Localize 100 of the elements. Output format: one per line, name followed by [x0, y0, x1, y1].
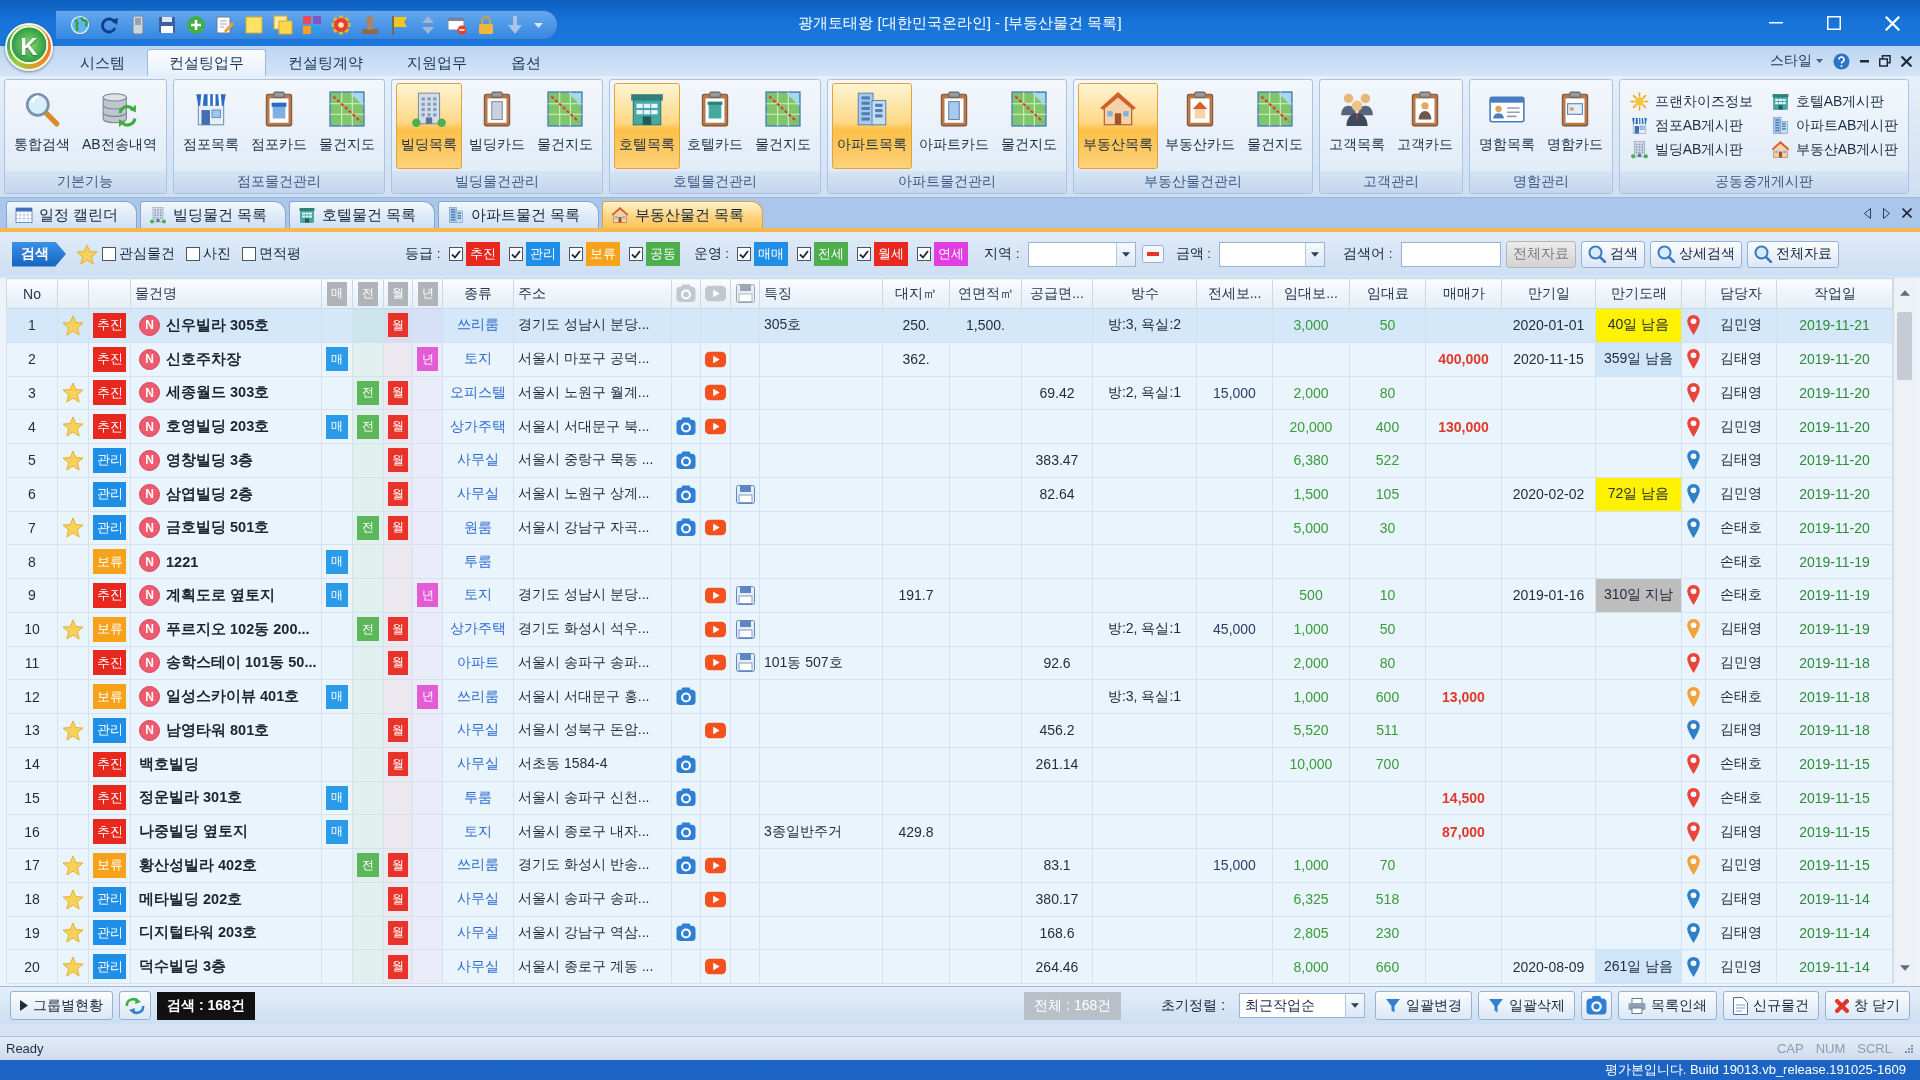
save-icon[interactable]: [735, 585, 755, 605]
notes-icon[interactable]: [273, 15, 293, 35]
table-row[interactable]: 14 추진 백호빌딩 월 사무실 서초동 1584-4 261.14 10,000 700 손태호 2019-11-15: [6, 747, 1893, 781]
save-icon[interactable]: [735, 653, 755, 673]
filter-button[interactable]: 상세검색: [1649, 240, 1742, 268]
ribbon-button[interactable]: AB전송내역: [77, 83, 162, 169]
scrollbar[interactable]: [1893, 278, 1915, 983]
camera-icon[interactable]: [676, 687, 696, 707]
table-row[interactable]: 9 추진 N 계획도로 옆토지 매 년 토지 경기도 성남시 분당... 191.7 500 10 2019-01-16 310일 지남 손태호 2019-11-19: [6, 578, 1893, 613]
star-icon[interactable]: [62, 618, 84, 640]
column-header[interactable]: 전세보...: [1196, 278, 1273, 309]
star-icon[interactable]: [62, 922, 84, 944]
caret-left-icon[interactable]: [1864, 207, 1871, 219]
save-icon[interactable]: [735, 484, 755, 504]
ribbon-button[interactable]: 물건지도: [313, 83, 380, 169]
checkbox-label[interactable]: 면적평: [259, 245, 301, 263]
video-icon[interactable]: [705, 350, 726, 368]
document-tab[interactable]: 호텔물건 목록: [289, 201, 436, 228]
column-header[interactable]: 종류: [442, 278, 514, 309]
close-icon[interactable]: [1901, 55, 1912, 67]
column-header[interactable]: 주소: [513, 278, 672, 309]
camera-icon[interactable]: [676, 754, 696, 774]
ribbon-button[interactable]: 아파트카드: [913, 83, 994, 169]
filter-tag[interactable]: 연세: [934, 242, 969, 266]
minus-icon[interactable]: [1141, 245, 1164, 263]
camera-icon[interactable]: [676, 788, 696, 808]
save-icon[interactable]: [735, 619, 755, 639]
ribbon-button[interactable]: 호텔카드: [681, 83, 748, 169]
style-menu[interactable]: 스타일: [1770, 52, 1823, 70]
video-icon[interactable]: [705, 519, 726, 537]
table-row[interactable]: 16 추진 나중빌딩 옆토지 매 토지 서울시 종로구 내자... 3종일반주거 429.8 87,000 김태영 2019-11-15: [6, 814, 1893, 849]
board-link[interactable]: 점포AB게시판: [1629, 116, 1753, 135]
column-header[interactable]: 만기일: [1501, 278, 1596, 309]
column-header[interactable]: 임대보...: [1272, 278, 1350, 309]
help-icon[interactable]: [1833, 52, 1850, 70]
checkbox[interactable]: [448, 247, 463, 261]
ribbon-button[interactable]: 물건지도: [749, 83, 816, 169]
board-link[interactable]: 프랜차이즈정보: [1629, 92, 1753, 111]
grid-icon[interactable]: [302, 15, 322, 35]
table-row[interactable]: 1 추진 N 신우빌라 305호 월 쓰리룸 경기도 성남시 분당... 305호 250. 1,500. 방:3, 욕실:2 3,000 50 2020-01-01 40일 남음 김민영 2019-11-21: [6, 308, 1893, 343]
scrollbar-thumb[interactable]: [1897, 312, 1912, 380]
checkbox[interactable]: [242, 247, 256, 261]
star-icon[interactable]: [62, 854, 84, 876]
checkbox[interactable]: [737, 247, 752, 261]
action-button[interactable]: 목록인쇄: [1618, 991, 1718, 1020]
ribbon-button[interactable]: 고객카드: [1391, 83, 1458, 169]
caret-down-icon[interactable]: [534, 22, 543, 28]
ribbon-button[interactable]: 호텔목록: [613, 83, 680, 169]
checkbox-label[interactable]: 관심물건: [119, 245, 175, 263]
video-icon[interactable]: [705, 384, 726, 402]
ribbon-button[interactable]: 물건지도: [995, 83, 1062, 169]
action-button[interactable]: 창 닫기: [1825, 991, 1910, 1020]
camera-icon[interactable]: [676, 417, 696, 437]
caret-down-icon[interactable]: [1899, 965, 1910, 971]
caret-right-icon[interactable]: [1883, 207, 1890, 219]
camera-icon[interactable]: [676, 923, 696, 943]
table-row[interactable]: 3 추진 N 세종월드 303호 전 월 오피스텔 서울시 노원구 월계... 69.42 방:2, 욕실:1 15,000 2,000 80 김태영 2019-11-20: [6, 376, 1893, 410]
column-header[interactable]: 공급면...: [1021, 278, 1093, 309]
video-icon[interactable]: [705, 856, 726, 874]
filter-button[interactable]: 검색: [1580, 240, 1645, 268]
document-tab[interactable]: 빌딩물건 목록: [140, 201, 287, 228]
note-icon[interactable]: [244, 15, 264, 35]
video-icon[interactable]: [705, 890, 726, 908]
resize-grip-icon[interactable]: [1904, 1043, 1914, 1054]
video-icon[interactable]: [705, 418, 726, 436]
action-button[interactable]: 일괄삭제: [1478, 991, 1576, 1020]
gear-icon[interactable]: [331, 15, 351, 35]
column-header[interactable]: 특징: [759, 278, 883, 309]
checkbox[interactable]: [917, 247, 932, 261]
video-icon[interactable]: [705, 620, 726, 638]
icon-button[interactable]: [1581, 991, 1613, 1020]
table-row[interactable]: 7 관리 N 금호빌딩 501호 전 월 원룸 서울시 강남구 자곡... 5,000 30 손태호 2019-11-20: [6, 511, 1893, 545]
ribbon-button[interactable]: 명함카드: [1541, 83, 1608, 169]
document-tab[interactable]: 부동산물건 목록: [602, 201, 764, 228]
board-link[interactable]: 아파트AB게시판: [1770, 116, 1899, 135]
board-link[interactable]: 부동산AB게시판: [1770, 140, 1899, 159]
table-row[interactable]: 5 관리 N 영창빌딩 3층 월 사무실 서울시 중랑구 묵동 ... 383.47 6,380 522 김태영 2019-11-20: [6, 443, 1893, 478]
star-icon[interactable]: [62, 517, 84, 539]
checkbox[interactable]: [508, 247, 523, 261]
ribbon-button[interactable]: 아파트목록: [831, 83, 912, 169]
table-row[interactable]: 8 보류 N 1221 매 투룸 손태호 2019-11-19: [6, 544, 1893, 579]
video-icon[interactable]: [705, 586, 726, 604]
table-row[interactable]: 2 추진 N 신호주차장 매 년 토지 서울시 마포구 공덕... 362. 400,000 2020-11-15 359일 남음 김태영 2019-11-20: [6, 342, 1893, 376]
table-row[interactable]: 18 관리 메타빌딩 202호 월 사무실 서울시 송파구 송파... 380.17 6,325 518 김태영 2019-11-14: [6, 882, 1893, 916]
group-status-button[interactable]: 그룹별현황: [10, 991, 113, 1020]
ribbon-button[interactable]: 부동산목록: [1077, 83, 1158, 169]
checkbox[interactable]: [797, 247, 812, 261]
filter-button[interactable]: 전체자료: [1746, 240, 1839, 268]
ribbon-button[interactable]: 빌딩목록: [395, 83, 462, 169]
table-row[interactable]: 11 추진 N 송학스테이 101동 50... 월 아파트 서울시 송파구 송파... 101동 507호 92.6 2,000 80 김민영 2019-11-18: [6, 646, 1893, 680]
ribbon-button[interactable]: 물건지도: [1241, 83, 1308, 169]
checkbox[interactable]: [568, 247, 583, 261]
plus-icon[interactable]: [186, 15, 206, 35]
video-icon[interactable]: [705, 958, 726, 976]
ribbon-tab[interactable]: 옵션: [489, 49, 563, 76]
star-icon[interactable]: [62, 382, 84, 404]
column-header[interactable]: 만기도래: [1595, 278, 1682, 309]
star-icon[interactable]: [76, 243, 98, 265]
table-row[interactable]: 13 관리 N 남영타워 801호 월 사무실 서울시 성북구 돈암... 456.2 5,520 511 김태영 2019-11-18: [6, 713, 1893, 748]
action-button[interactable]: 신규물건: [1723, 991, 1820, 1020]
